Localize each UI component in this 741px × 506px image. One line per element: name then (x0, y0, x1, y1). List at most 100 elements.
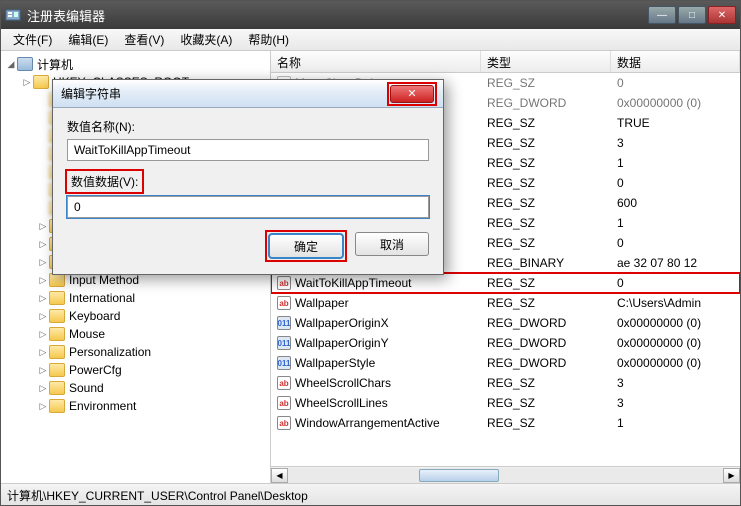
edit-string-dialog: 编辑字符串 ✕ 数值名称(N): 数值数据(V): 确定 取消 (52, 79, 444, 275)
string-icon: ab (277, 276, 291, 290)
list-row[interactable]: ab WheelScrollLines REG_SZ3 (271, 393, 740, 413)
string-icon: ab (277, 396, 291, 410)
tree-item[interactable]: ▷PowerCfg (1, 361, 270, 379)
value-name-label: 数值名称(N): (67, 118, 429, 135)
folder-icon (49, 309, 65, 323)
value-data: ae 32 07 80 12 (611, 256, 740, 270)
menu-edit[interactable]: 编辑(E) (60, 29, 116, 50)
menu-help[interactable]: 帮助(H) (240, 29, 297, 50)
app-icon (5, 7, 21, 23)
scroll-thumb[interactable] (419, 469, 499, 482)
header-data[interactable]: 数据 (611, 51, 740, 72)
list-row[interactable]: 011WallpaperStyleREG_DWORD0x00000000 (0) (271, 353, 740, 373)
value-type: REG_SZ (481, 396, 611, 410)
value-data-input[interactable] (67, 196, 429, 218)
header-name[interactable]: 名称 (271, 51, 481, 72)
tree-item[interactable]: ▷Mouse (1, 325, 270, 343)
computer-icon (17, 57, 33, 71)
scroll-left-button[interactable]: ◀ (271, 468, 288, 483)
tree-arrow-icon[interactable]: ▷ (37, 329, 49, 340)
tree-label: Input Method (69, 273, 139, 287)
list-row[interactable]: abWindowArrangementActiveREG_SZ1 (271, 413, 740, 433)
value-name-input[interactable] (67, 139, 429, 161)
value-type: REG_DWORD (481, 356, 611, 370)
binary-icon: 011 (277, 356, 291, 370)
value-data: 3 (611, 376, 740, 390)
value-data: 3 (611, 136, 740, 150)
menu-view[interactable]: 查看(V) (116, 29, 172, 50)
scroll-right-button[interactable]: ▶ (723, 468, 740, 483)
menu-file[interactable]: 文件(F) (5, 29, 60, 50)
tree-arrow-icon[interactable]: ▷ (37, 239, 49, 250)
value-data: 0 (611, 236, 740, 250)
list-row[interactable]: 011WallpaperOriginYREG_DWORD0x00000000 (… (271, 333, 740, 353)
value-type: REG_DWORD (481, 96, 611, 110)
tree-arrow-icon[interactable]: ▷ (37, 311, 49, 322)
string-icon: ab (277, 416, 291, 430)
tree-label: Keyboard (69, 309, 120, 323)
tree-arrow-icon[interactable]: ▷ (37, 275, 49, 286)
value-data: 0 (611, 176, 740, 190)
list-row[interactable]: abWallpaperREG_SZC:\Users\Admin (271, 293, 740, 313)
value-data: 0x00000000 (0) (611, 96, 740, 110)
ok-button[interactable]: 确定 (269, 234, 343, 258)
tree-arrow-icon[interactable]: ▷ (37, 401, 49, 412)
dialog-titlebar: 编辑字符串 ✕ (53, 80, 443, 108)
folder-icon (49, 273, 65, 287)
tree-arrow-icon[interactable]: ▷ (21, 77, 33, 88)
value-data: 1 (611, 156, 740, 170)
list-row[interactable]: abWaitToKillAppTimeoutREG_SZ0 (271, 273, 740, 293)
minimize-button[interactable]: — (648, 6, 676, 24)
value-data: 0x00000000 (0) (611, 336, 740, 350)
tree-item[interactable]: ▷Environment (1, 397, 270, 415)
value-data: 3 (611, 396, 740, 410)
tree-item[interactable]: ▷ Sound (1, 379, 270, 397)
value-name: WaitToKillAppTimeout (295, 276, 411, 290)
tree-arrow-icon[interactable]: ▷ (37, 293, 49, 304)
list-row[interactable]: 011WallpaperOriginXREG_DWORD0x00000000 (… (271, 313, 740, 333)
tree-item[interactable]: ▷ Personalization (1, 343, 270, 361)
value-data: 1 (611, 216, 740, 230)
value-type: REG_SZ (481, 376, 611, 390)
maximize-button[interactable]: □ (678, 6, 706, 24)
status-bar: 计算机\HKEY_CURRENT_USER\Control Panel\Desk… (1, 483, 740, 505)
header-type[interactable]: 类型 (481, 51, 611, 72)
tree-arrow-icon[interactable]: ▷ (37, 365, 49, 376)
tree-arrow-icon[interactable]: ▷ (37, 383, 49, 394)
string-icon: ab (277, 296, 291, 310)
value-type: REG_SZ (481, 416, 611, 430)
binary-icon: 011 (277, 316, 291, 330)
titlebar: 注册表编辑器 — □ ✕ (1, 1, 740, 29)
value-name: WindowArrangementActive (295, 416, 440, 430)
folder-icon (49, 363, 65, 377)
value-type: REG_SZ (481, 236, 611, 250)
value-data-label: 数值数据(V): (67, 171, 142, 192)
value-data: C:\Users\Admin (611, 296, 740, 310)
value-data: 0 (611, 276, 740, 290)
tree-item[interactable]: ▷International (1, 289, 270, 307)
folder-icon (49, 345, 65, 359)
tree-item[interactable]: ◢计算机 (1, 55, 270, 73)
value-name: WheelScrollLines (295, 396, 388, 410)
value-name: Wallpaper (295, 296, 349, 310)
tree-arrow-icon[interactable]: ▷ (37, 257, 49, 268)
tree-item[interactable]: ▷ Keyboard (1, 307, 270, 325)
tree-arrow-icon[interactable]: ◢ (5, 59, 17, 70)
tree-label: Sound (69, 381, 104, 395)
scroll-track[interactable] (288, 468, 723, 483)
cancel-button[interactable]: 取消 (355, 232, 429, 256)
binary-icon: 011 (277, 336, 291, 350)
value-name: WheelScrollChars (295, 376, 391, 390)
list-row[interactable]: abWheelScrollCharsREG_SZ3 (271, 373, 740, 393)
tree-arrow-icon[interactable]: ▷ (37, 221, 49, 232)
tree-arrow-icon[interactable]: ▷ (37, 347, 49, 358)
tree-label: Personalization (69, 345, 151, 359)
horizontal-scrollbar[interactable]: ◀ ▶ (271, 466, 740, 483)
window-title: 注册表编辑器 (27, 6, 648, 25)
value-name: WallpaperStyle (295, 356, 375, 370)
close-button[interactable]: ✕ (708, 6, 736, 24)
menu-favorites[interactable]: 收藏夹(A) (172, 29, 240, 50)
dialog-close-button[interactable]: ✕ (390, 85, 434, 103)
folder-icon (49, 381, 65, 395)
value-data: 0x00000000 (0) (611, 316, 740, 330)
